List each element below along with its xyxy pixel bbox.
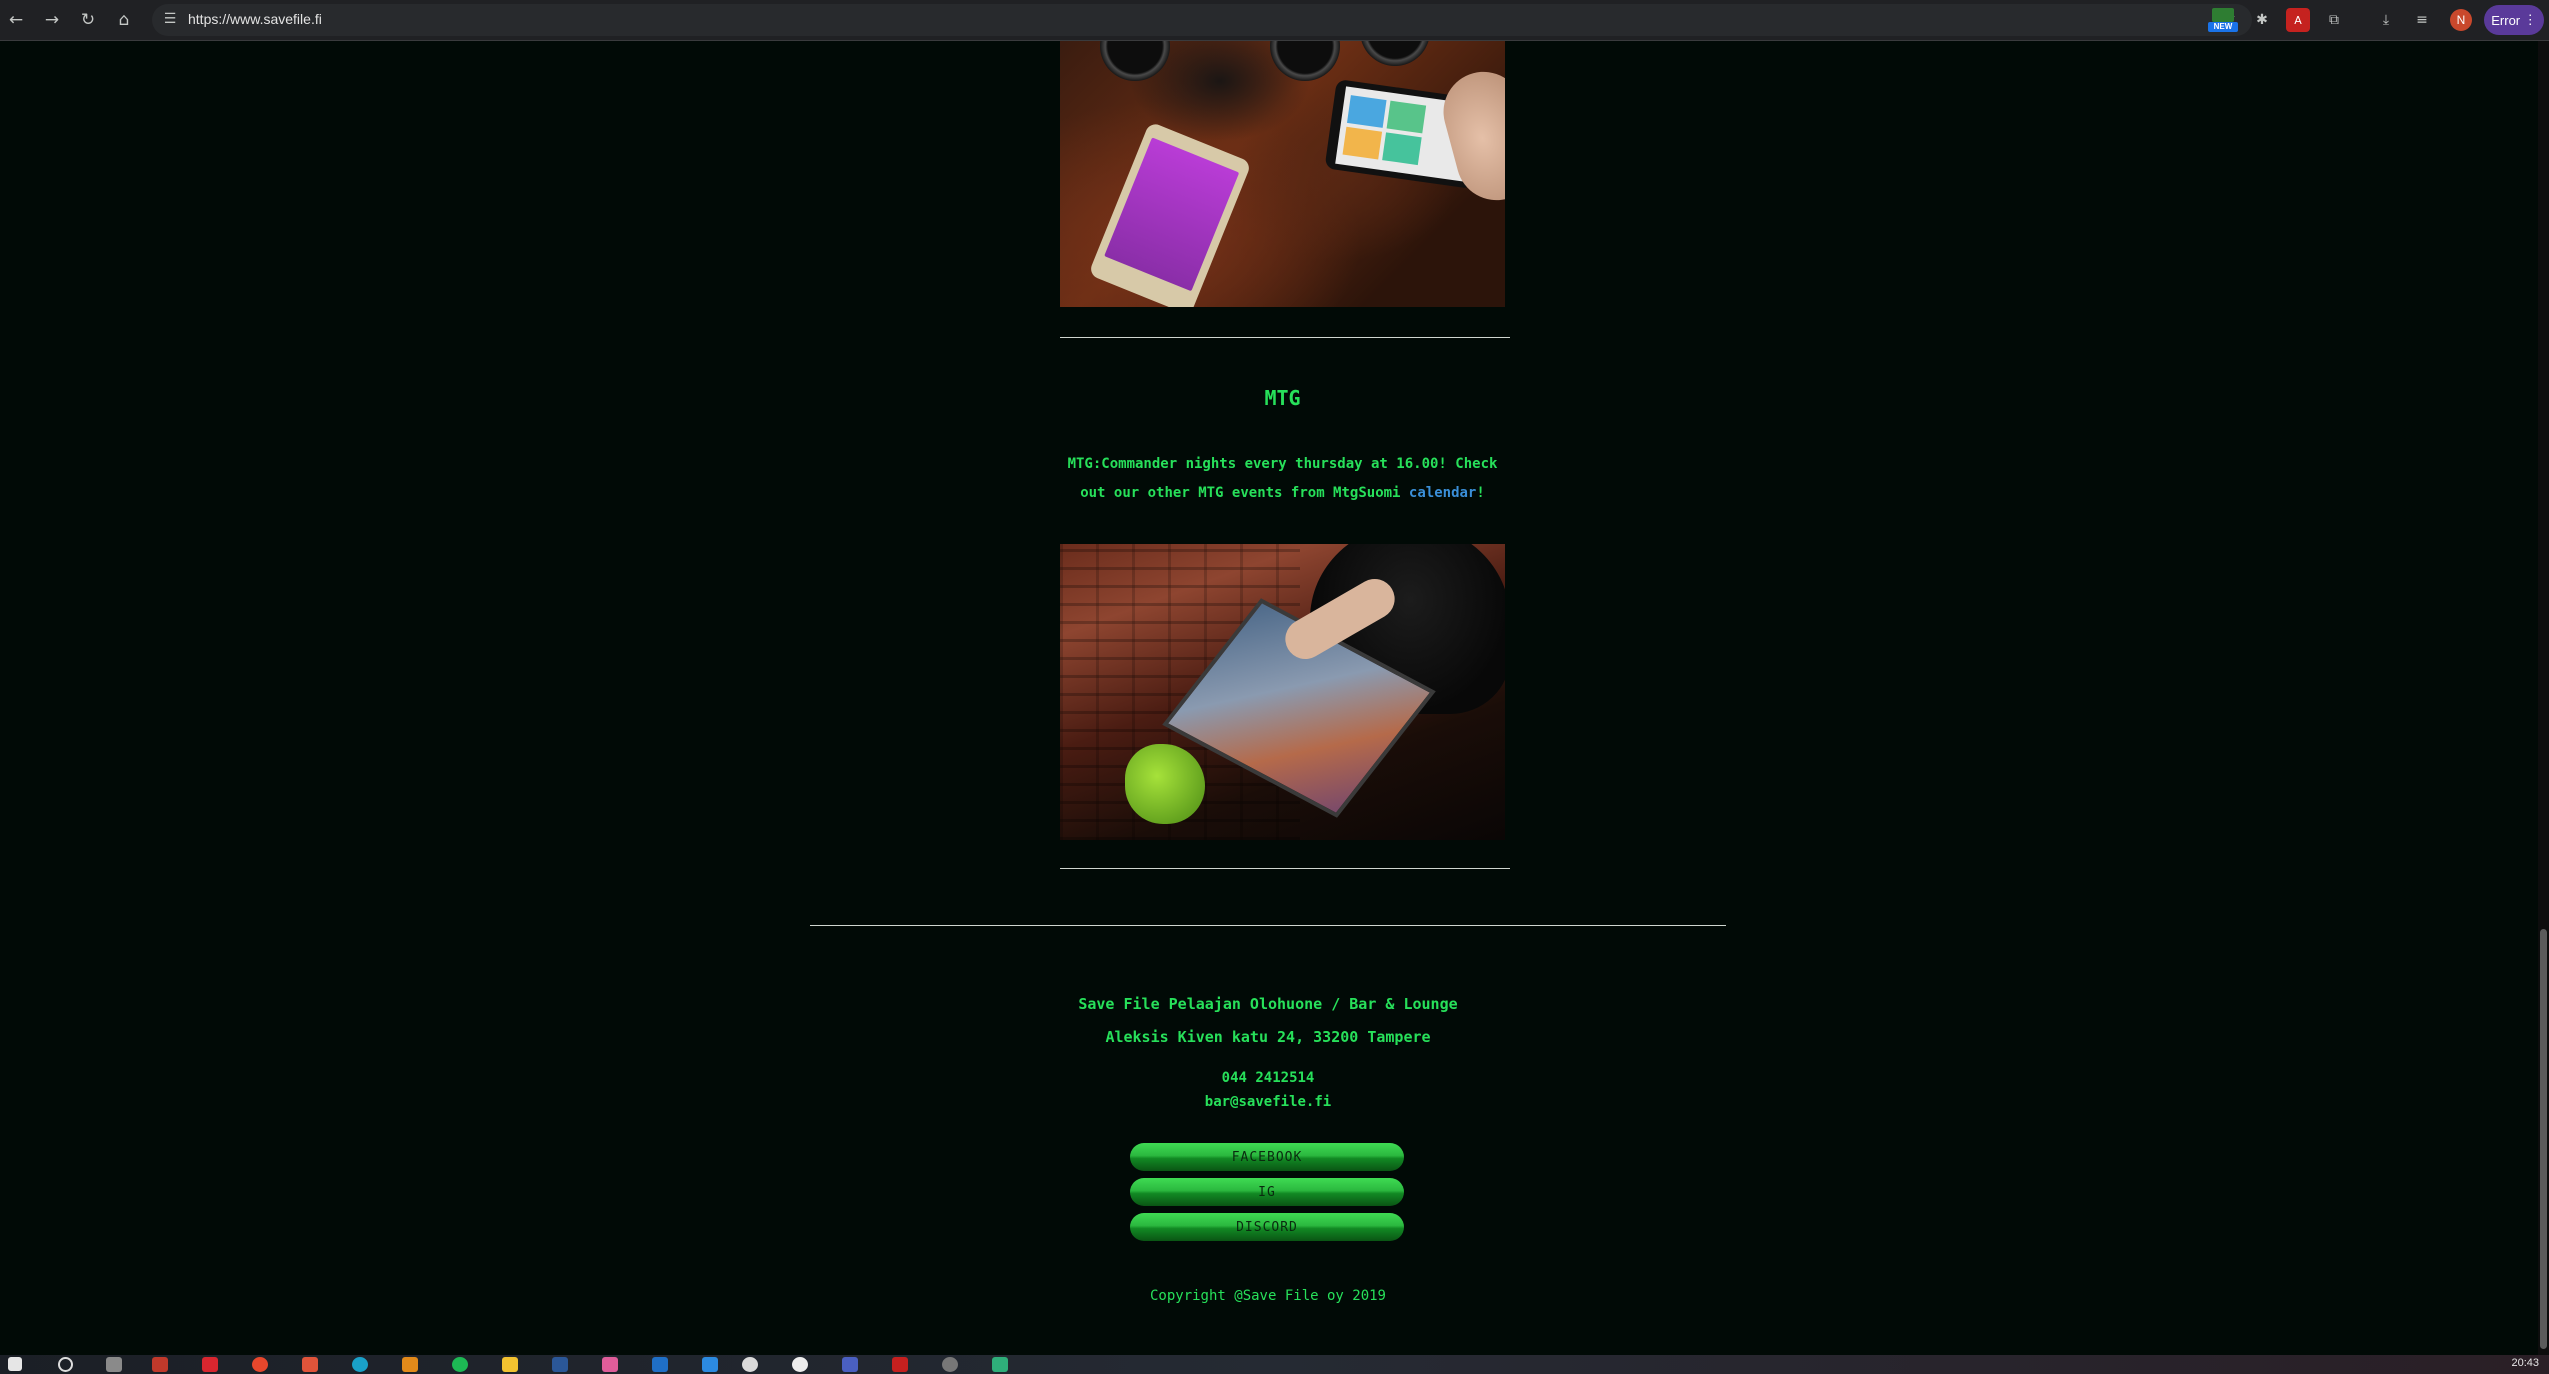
section-divider [1060,337,1510,338]
mug-graphic [1360,41,1430,66]
pinned-app-icon[interactable] [992,1357,1008,1372]
phone-graphic [1088,121,1252,307]
mug-graphic [1270,41,1340,81]
scrollbar-thumb[interactable] [2540,929,2547,1349]
footer-divider [810,925,1726,926]
mug-graphic [1100,41,1170,81]
mtg-description: MTG:Commander nights every thursday at 1… [1067,456,1498,501]
copyright-text: Copyright @Save File oy 2019 [1149,1288,1386,1304]
pinned-app-icon[interactable] [302,1357,318,1372]
business-phone: 044 2412514 [1221,1070,1315,1086]
business-address: Aleksis Kiven katu 24, 33200 Tampere [1105,1028,1431,1046]
calendar-link[interactable]: calendar [1409,485,1476,501]
page-content: MTG MTG:Commander nights every thursday … [0,41,2549,1355]
discord-button[interactable]: DISCORD [1130,1213,1404,1241]
os-taskbar: 20:43 [0,1355,2549,1374]
search-icon[interactable] [58,1357,73,1372]
phones-on-table-photo [1060,41,1505,307]
address-bar[interactable]: ☰ https://www.savefile.fi ☆ [152,4,2252,36]
browser-toolbar: ← → ↻ ⌂ ☰ https://www.savefile.fi ☆ NEW … [0,0,2549,41]
word-icon[interactable] [552,1357,568,1372]
site-info-icon[interactable]: ☰ [160,9,180,29]
pinned-app-icon[interactable] [942,1357,958,1372]
pinned-app-icon[interactable] [152,1357,168,1372]
facebook-button[interactable]: FACEBOOK [1130,1143,1404,1171]
pinned-app-icon[interactable] [602,1357,618,1372]
outlook-icon[interactable] [652,1357,668,1372]
pinned-app-icon[interactable] [742,1357,758,1372]
section-divider [1060,868,1510,869]
spotify-icon[interactable] [452,1357,468,1372]
mtg-title: MTG [1264,386,1301,410]
forward-icon[interactable]: → [38,6,66,34]
taskbar-clock[interactable]: 20:43 [2511,1357,2539,1369]
mtg-players-photo [1060,544,1505,840]
pinned-app-icon[interactable] [892,1357,908,1372]
extension-new-icon[interactable]: NEW [2208,6,2238,34]
vscode-icon[interactable] [702,1357,718,1372]
task-view-icon[interactable] [106,1357,122,1372]
home-icon[interactable]: ⌂ [110,6,138,34]
start-menu-icon[interactable] [8,1357,22,1371]
pinned-app-icon[interactable] [792,1357,808,1372]
pinned-app-icon[interactable] [202,1357,218,1372]
pinned-app-icon[interactable] [842,1357,858,1372]
page-scrollbar[interactable] [2538,41,2549,1355]
reload-icon[interactable]: ↻ [74,6,102,34]
pinned-app-icon[interactable] [402,1357,418,1372]
instagram-button[interactable]: IG [1130,1178,1404,1206]
file-explorer-icon[interactable] [502,1357,518,1372]
extensions-puzzle-icon[interactable]: ⧉ [2322,8,2346,32]
profile-avatar[interactable]: N [2450,9,2472,31]
downloads-icon[interactable]: ⤓ [2374,8,2398,32]
plush-toy-graphic [1125,744,1205,824]
extension-gear-icon[interactable]: ✱ [2250,8,2274,32]
chrome-icon[interactable] [252,1357,268,1372]
back-icon[interactable]: ← [2,6,30,34]
media-control-icon[interactable]: ≡ [2410,8,2434,32]
error-menu-button[interactable]: Error ⋮ [2484,5,2544,35]
edge-icon[interactable] [352,1357,368,1372]
business-email[interactable]: bar@savefile.fi [810,1094,1726,1110]
url-text[interactable]: https://www.savefile.fi [188,11,322,27]
business-name: Save File Pelaajan Olohuone / Bar & Loun… [1078,995,1458,1013]
pdf-extension-icon[interactable]: A [2286,8,2310,32]
